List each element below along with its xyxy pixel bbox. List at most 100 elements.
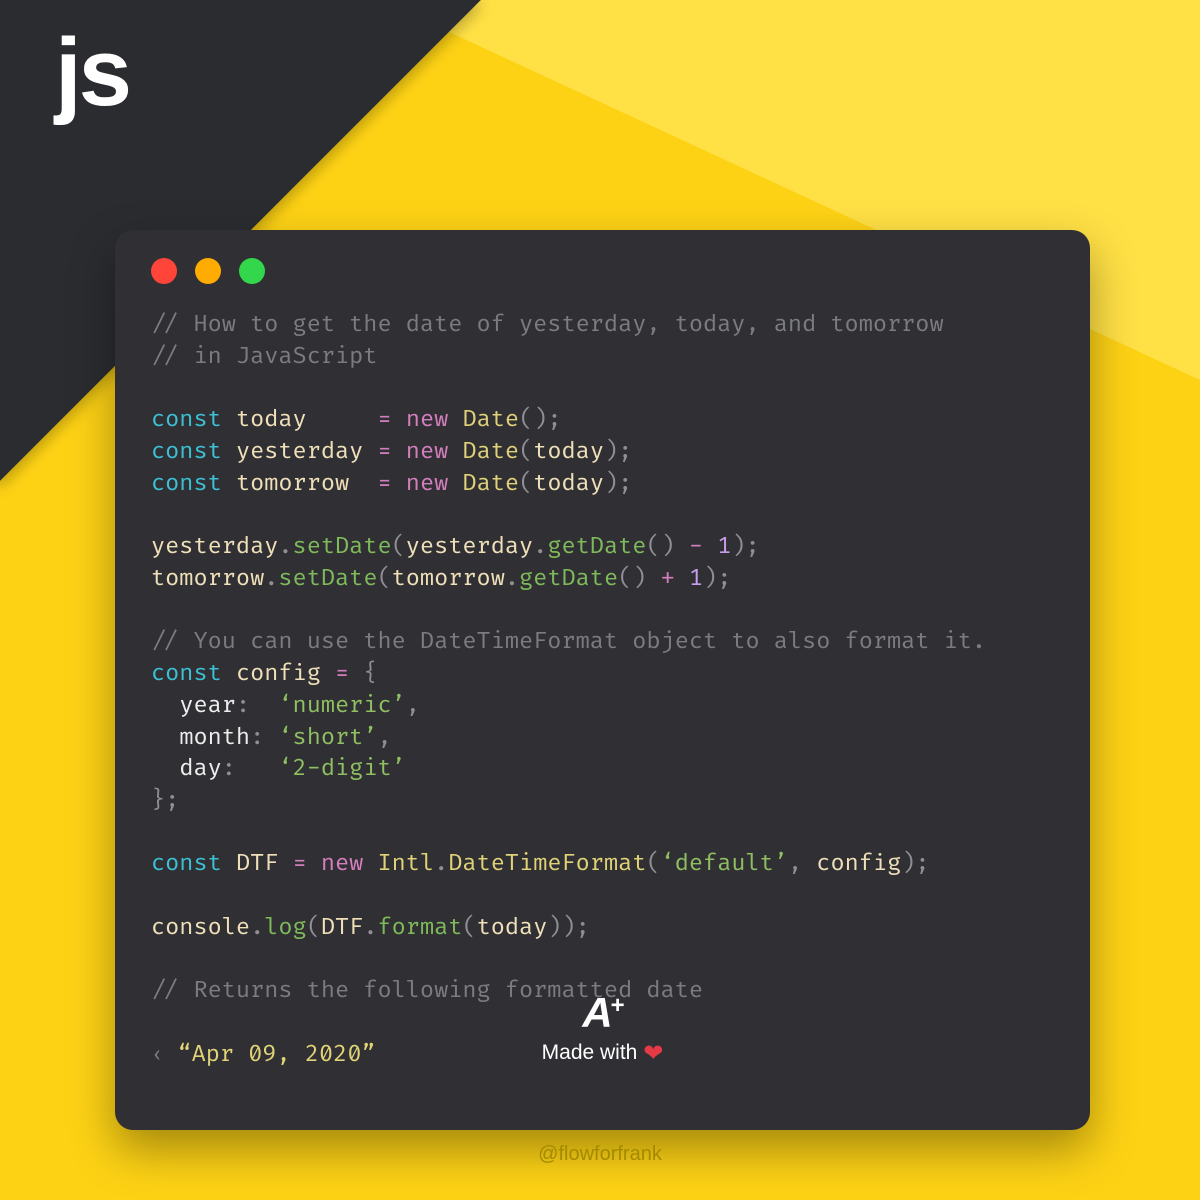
made-with-text: Made with <box>542 1041 638 1064</box>
punc: : <box>222 755 236 783</box>
prop: year <box>179 692 236 720</box>
string: ‘2-digit’ <box>278 755 405 783</box>
ident: config <box>236 660 321 688</box>
punc: , <box>377 724 391 752</box>
punc: ) <box>562 914 576 942</box>
punc: ) <box>604 470 618 498</box>
zoom-icon[interactable] <box>239 258 265 284</box>
type: Date <box>462 470 519 498</box>
punc: ) <box>703 565 717 593</box>
ident: tomorrow <box>392 565 505 593</box>
method: getDate <box>547 533 646 561</box>
punc: { <box>363 660 377 688</box>
ident: today <box>533 438 604 466</box>
punc: . <box>363 914 377 942</box>
code-window: // How to get the date of yesterday, tod… <box>115 230 1090 1130</box>
punc: ; <box>576 914 590 942</box>
method: setDate <box>293 533 392 561</box>
comment-line: // How to get the date of yesterday, tod… <box>151 311 944 339</box>
op: = <box>377 438 391 466</box>
keyword: const <box>151 438 222 466</box>
logo-plus: + <box>611 992 623 1019</box>
punc: : <box>250 724 264 752</box>
minimize-icon[interactable] <box>195 258 221 284</box>
type: Intl <box>378 850 435 878</box>
punc: ( <box>519 470 533 498</box>
keyword: const <box>151 406 222 434</box>
type: DateTimeFormat <box>448 850 646 878</box>
keyword: new <box>321 850 363 878</box>
ident: DTF <box>321 914 363 942</box>
keyword: new <box>406 406 448 434</box>
punc: ) <box>533 406 547 434</box>
punc: ) <box>661 533 675 561</box>
punc: . <box>264 565 278 593</box>
punc: ; <box>746 533 760 561</box>
punc: ) <box>901 850 915 878</box>
op: - <box>689 533 703 561</box>
op: + <box>661 565 675 593</box>
punc: ; <box>618 470 632 498</box>
punc: . <box>533 533 547 561</box>
punc: ; <box>618 438 632 466</box>
punc: . <box>278 533 292 561</box>
ident: tomorrow <box>151 565 264 593</box>
punc: , <box>788 850 802 878</box>
op: = <box>293 850 307 878</box>
method: log <box>264 914 306 942</box>
close-icon[interactable] <box>151 258 177 284</box>
keyword: const <box>151 660 222 688</box>
op: = <box>335 660 349 688</box>
method: setDate <box>278 565 377 593</box>
op: = <box>378 406 392 434</box>
keyword: const <box>151 850 222 878</box>
number: 1 <box>689 565 703 593</box>
ident: console <box>151 914 250 942</box>
punc: ) <box>604 438 618 466</box>
method: getDate <box>519 565 618 593</box>
punc: } <box>151 787 165 815</box>
code-block: // How to get the date of yesterday, tod… <box>151 310 1054 1072</box>
punc: ; <box>915 850 929 878</box>
punc: ; <box>547 406 561 434</box>
heart-icon: ❤ <box>643 1040 663 1067</box>
method: format <box>377 914 462 942</box>
js-logo-text: js <box>55 18 129 128</box>
ident: yesterday <box>236 438 363 466</box>
punc: ) <box>731 533 745 561</box>
ident: DTF <box>236 850 278 878</box>
keyword: new <box>406 438 448 466</box>
footer-logo: A+ Made with ❤ <box>115 989 1090 1068</box>
string: ‘numeric’ <box>278 692 405 720</box>
punc: ( <box>646 533 660 561</box>
comment-line: // You can use the DateTimeFormat object… <box>151 628 986 656</box>
punc: ( <box>462 914 476 942</box>
ident: tomorrow <box>236 470 349 498</box>
punc: ( <box>519 406 533 434</box>
aplus-logo: A+ <box>115 989 1090 1037</box>
ident: today <box>477 914 548 942</box>
punc: ) <box>632 565 646 593</box>
keyword: new <box>406 470 448 498</box>
punc: . <box>505 565 519 593</box>
ident: yesterday <box>406 533 533 561</box>
traffic-lights <box>151 258 1054 284</box>
type: Date <box>462 406 519 434</box>
prop: day <box>179 755 221 783</box>
prop: month <box>179 724 250 752</box>
punc: ) <box>547 914 561 942</box>
punc: : <box>236 692 250 720</box>
comment-line: // in JavaScript <box>151 343 377 371</box>
ident: config <box>816 850 901 878</box>
punc: ( <box>377 565 391 593</box>
op: = <box>377 470 391 498</box>
string: ‘default’ <box>661 850 788 878</box>
punc: ( <box>392 533 406 561</box>
punc: ; <box>165 787 179 815</box>
type: Date <box>462 438 519 466</box>
made-with-line: Made with ❤ <box>115 1039 1090 1068</box>
punc: , <box>406 692 420 720</box>
punc: ( <box>519 438 533 466</box>
punc: . <box>250 914 264 942</box>
ident: today <box>533 470 604 498</box>
